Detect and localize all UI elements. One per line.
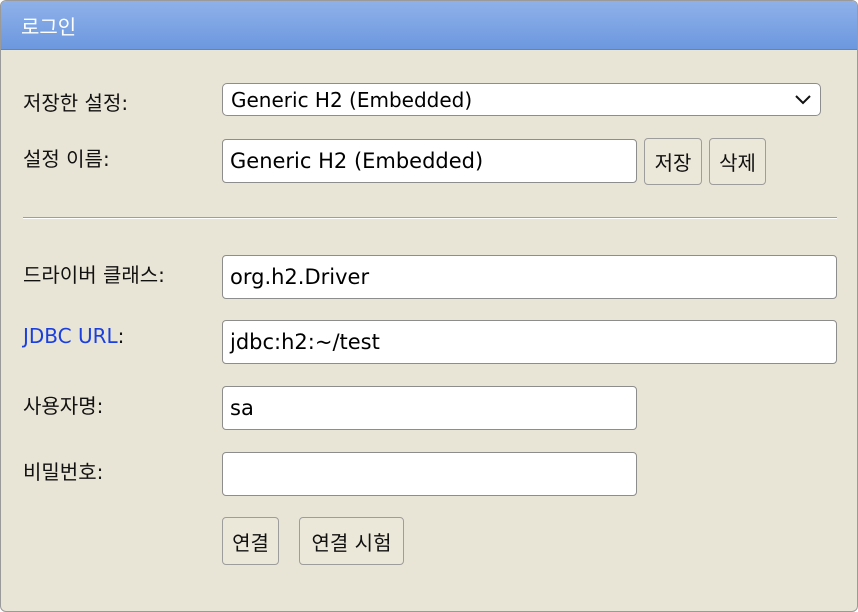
driver-class-label: 드라이버 클래스: xyxy=(23,263,165,287)
saved-settings-label: 저장한 설정: xyxy=(23,91,129,115)
divider xyxy=(23,217,837,219)
setting-name-label: 설정 이름: xyxy=(23,147,110,171)
test-connection-button[interactable]: 연결 시험 xyxy=(299,517,404,565)
username-label: 사용자명: xyxy=(23,394,104,418)
jdbc-url-input[interactable]: jdbc:h2:~/test xyxy=(222,320,837,364)
title-bar: 로그인 xyxy=(1,1,857,50)
save-setting-button[interactable]: 저장 xyxy=(644,138,702,185)
connect-button[interactable]: 연결 xyxy=(222,517,279,565)
delete-setting-button[interactable]: 삭제 xyxy=(709,138,766,185)
saved-settings-select[interactable]: Generic H2 (Embedded) xyxy=(222,83,821,116)
setting-name-input[interactable]: Generic H2 (Embedded) xyxy=(222,139,637,183)
saved-settings-value: Generic H2 (Embedded) xyxy=(231,87,473,112)
login-window: 로그인 저장한 설정: Generic H2 (Embedded) 설정 이름:… xyxy=(0,0,858,612)
password-input[interactable] xyxy=(222,452,637,496)
password-label: 비밀번호: xyxy=(23,460,104,484)
jdbc-url-label: JDBC URL: xyxy=(23,324,124,348)
jdbc-url-colon: : xyxy=(117,324,125,348)
username-input[interactable]: sa xyxy=(222,386,637,430)
jdbc-url-link[interactable]: JDBC URL xyxy=(23,324,118,348)
driver-class-input[interactable]: org.h2.Driver xyxy=(222,255,837,299)
chevron-down-icon xyxy=(794,94,812,106)
window-title: 로그인 xyxy=(21,15,77,39)
